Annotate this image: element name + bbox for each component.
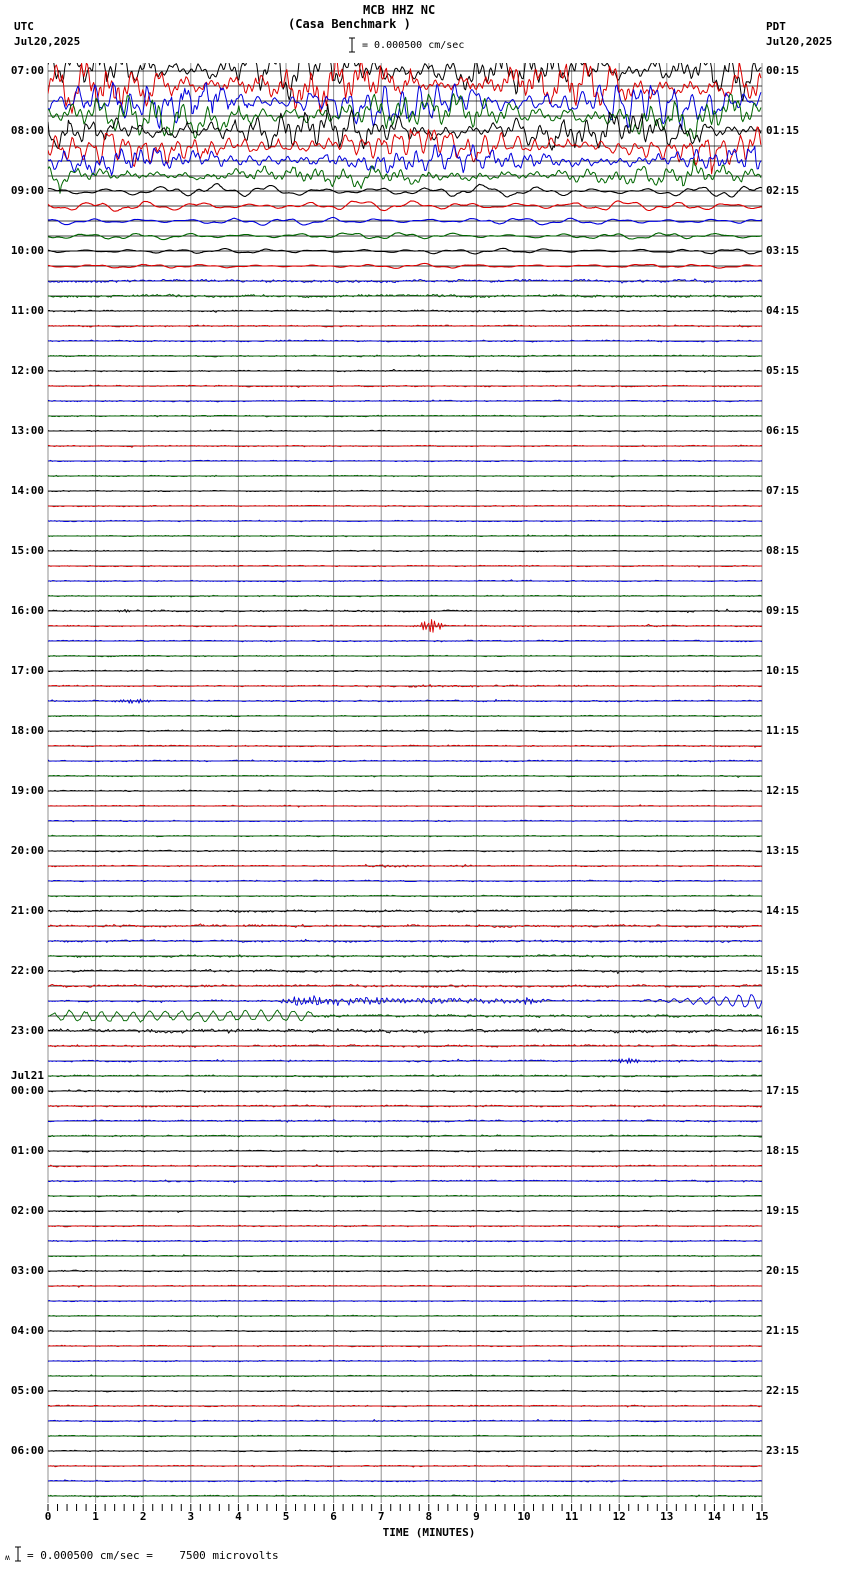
- utc-hour-label: 23:00: [10, 1024, 44, 1037]
- axis-tick-label: 15: [755, 1510, 769, 1523]
- pdt-hour-label: 10:15: [766, 664, 800, 677]
- utc-hour-label: 16:00: [10, 604, 44, 617]
- pdt-hour-label: 00:15: [766, 64, 800, 77]
- pdt-hour-label: 05:15: [766, 364, 800, 377]
- pdt-hour-label: 19:15: [766, 1204, 800, 1217]
- utc-hour-label: 14:00: [10, 484, 44, 497]
- utc-hour-label: 13:00: [10, 424, 44, 437]
- footer-scale-text: = 0.000500 cm/sec = 7500 microvolts: [27, 1549, 279, 1562]
- seismogram-plot: [47, 63, 763, 1511]
- x-axis-title: TIME (MINUTES): [382, 1526, 476, 1539]
- utc-hour-label: 19:00: [10, 784, 44, 797]
- axis-tick-label: 11: [564, 1510, 579, 1523]
- pdt-hour-label: 01:15: [766, 124, 800, 137]
- utc-hour-label: 18:00: [10, 724, 44, 737]
- axis-tick-label: 7: [377, 1510, 385, 1523]
- utc-hour-label: 12:00: [10, 364, 44, 377]
- utc-hour-label: 15:00: [10, 544, 44, 557]
- utc-hour-label: 04:00: [10, 1324, 44, 1337]
- utc-hour-label: 09:00: [10, 184, 44, 197]
- axis-tick-label: 12: [612, 1510, 626, 1523]
- axis-tick-label: 1: [92, 1510, 99, 1523]
- pdt-hour-label: 03:15: [766, 244, 800, 257]
- utc-hour-label: 06:00: [10, 1444, 44, 1457]
- pdt-hour-label: 17:15: [766, 1084, 800, 1097]
- pdt-hour-label: 09:15: [766, 604, 800, 617]
- footer-prefix-glyph: ʍ: [5, 1553, 10, 1562]
- pdt-hour-label: 15:15: [766, 964, 800, 977]
- pdt-hour-label: 14:15: [766, 904, 800, 917]
- helicorder-page: MCB HHZ NC (Casa Benchmark ) = 0.000500 …: [0, 0, 850, 1584]
- utc-hour-label: 08:00: [10, 124, 44, 137]
- utc-hour-label: 11:00: [10, 304, 44, 317]
- utc-hour-label: 03:00: [10, 1264, 44, 1277]
- pdt-hour-label: 21:15: [766, 1324, 800, 1337]
- pdt-hour-label: 13:15: [766, 844, 800, 857]
- pdt-hour-label: 18:15: [766, 1144, 800, 1157]
- utc-hour-label: 22:00: [10, 964, 44, 977]
- pdt-hour-label: 06:15: [766, 424, 800, 437]
- utc-hour-label: 07:00: [10, 64, 44, 77]
- pdt-hour-label: 23:15: [766, 1444, 800, 1457]
- axis-tick-label: 9: [473, 1510, 480, 1523]
- pdt-hour-label: 08:15: [766, 544, 800, 557]
- axis-tick-label: 6: [330, 1510, 337, 1523]
- utc-hour-label: 10:00: [10, 244, 44, 257]
- pdt-hour-label: 22:15: [766, 1384, 800, 1397]
- axis-tick-label: 0: [44, 1510, 52, 1523]
- axis-tick-label: 10: [517, 1510, 531, 1523]
- axis-tick-label: 5: [282, 1510, 290, 1523]
- utc-hour-label: 01:00: [10, 1144, 44, 1157]
- footer-ibeam-icon: [14, 1546, 22, 1566]
- axis-tick-label: 2: [139, 1510, 147, 1523]
- pdt-hour-label: 20:15: [766, 1264, 800, 1277]
- axis-tick-label: 4: [235, 1510, 242, 1523]
- pdt-hour-label: 07:15: [766, 484, 800, 497]
- utc-hour-label: 17:00: [10, 664, 44, 677]
- axis-tick-label: 3: [187, 1510, 195, 1523]
- pdt-hour-label: 04:15: [766, 304, 800, 317]
- axis-tick-label: 13: [660, 1510, 674, 1523]
- utc-hour-label: 21:00: [10, 904, 44, 917]
- utc-hour-label: 20:00: [10, 844, 44, 857]
- pdt-hour-label: 11:15: [766, 724, 800, 737]
- utc-hour-label: 05:00: [10, 1384, 44, 1397]
- axis-tick-label: 8: [425, 1510, 433, 1523]
- axis-tick-label: 14: [707, 1510, 722, 1523]
- utc-hour-label: Jul21 00:00: [10, 1069, 44, 1097]
- pdt-hour-label: 16:15: [766, 1024, 800, 1037]
- pdt-hour-label: 02:15: [766, 184, 800, 197]
- utc-hour-label: 02:00: [10, 1204, 44, 1217]
- pdt-hour-label: 12:15: [766, 784, 800, 797]
